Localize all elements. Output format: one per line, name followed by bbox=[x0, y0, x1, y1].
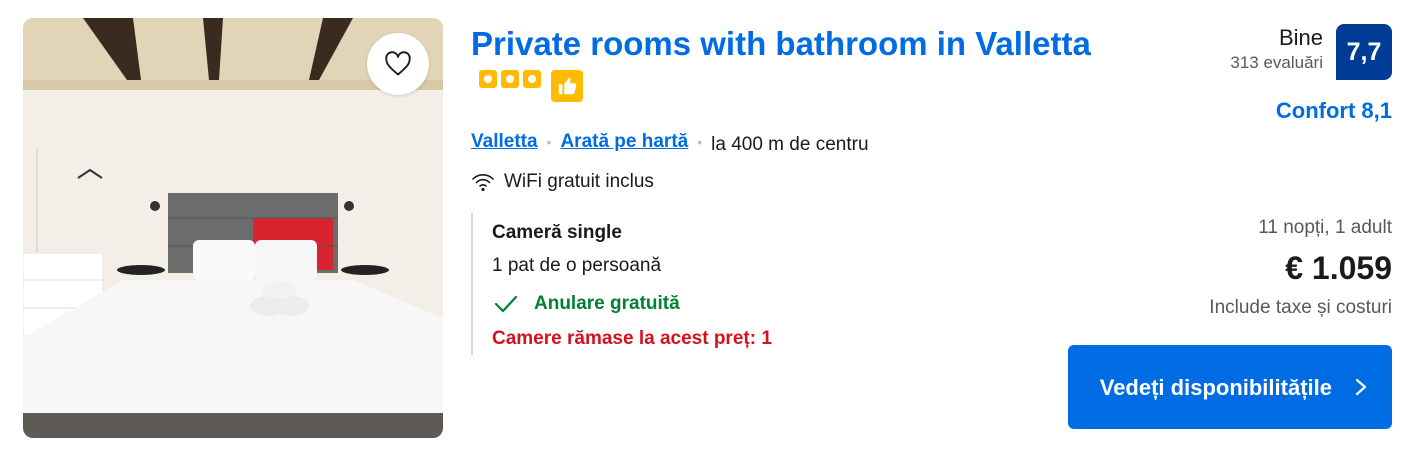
review-word: Bine bbox=[1278, 25, 1323, 50]
free-cancellation: Anulare gratuită bbox=[492, 293, 772, 315]
property-title: Private rooms with bathroom in Valletta bbox=[471, 22, 1111, 110]
room-name: Cameră single bbox=[492, 222, 622, 243]
wifi-label: WiFi gratuit inclus bbox=[504, 171, 654, 192]
price: € 1.059 bbox=[1285, 250, 1392, 286]
separator-dot: • bbox=[697, 134, 703, 150]
room-details: Cameră single 1 pat de o persoană Anular… bbox=[471, 213, 772, 355]
wifi-icon bbox=[472, 174, 494, 192]
bed-info: 1 pat de o persoană bbox=[492, 255, 662, 276]
separator-dot: • bbox=[546, 134, 552, 150]
rooms-left-warning: Camere rămase la acest preț: 1 bbox=[492, 328, 772, 349]
review-count: 313 evaluări bbox=[1230, 53, 1323, 72]
location-line: Valletta • Arată pe hartă • la 400 m de … bbox=[471, 131, 869, 155]
stay-length: 11 nopți, 1 adult bbox=[1258, 217, 1392, 238]
free-cancellation-label: Anulare gratuită bbox=[534, 293, 680, 314]
chevron-right-icon bbox=[1355, 378, 1367, 396]
taxes-note: Include taxe și costuri bbox=[1209, 297, 1392, 318]
checkmark-icon bbox=[494, 295, 518, 313]
see-availability-button[interactable]: Vedeți disponibilitățile bbox=[1068, 345, 1392, 429]
show-map-link[interactable]: Arată pe hartă bbox=[560, 131, 688, 153]
city-link[interactable]: Valletta bbox=[471, 131, 538, 153]
property-title-link[interactable]: Private rooms with bathroom in Valletta bbox=[471, 25, 1091, 62]
heart-icon bbox=[385, 51, 411, 76]
distance-text: la 400 m de centru bbox=[711, 134, 869, 155]
star-rating bbox=[479, 70, 583, 103]
favorite-button[interactable] bbox=[367, 33, 429, 95]
star-icon bbox=[501, 70, 519, 89]
see-availability-label: Vedeți disponibilitățile bbox=[1099, 374, 1332, 400]
wifi-amenity: WiFi gratuit inclus bbox=[471, 171, 654, 193]
review-summary[interactable]: Bine 313 evaluări 7,7 bbox=[1230, 24, 1392, 80]
thumbs-up-icon bbox=[551, 70, 583, 103]
star-icon bbox=[523, 70, 541, 89]
property-photo[interactable] bbox=[23, 18, 443, 438]
property-card: Private rooms with bathroom in Valletta … bbox=[6, 0, 1420, 463]
comfort-score[interactable]: Confort 8,1 bbox=[1276, 98, 1392, 124]
star-icon bbox=[479, 70, 497, 89]
review-score-badge: 7,7 bbox=[1336, 24, 1392, 80]
